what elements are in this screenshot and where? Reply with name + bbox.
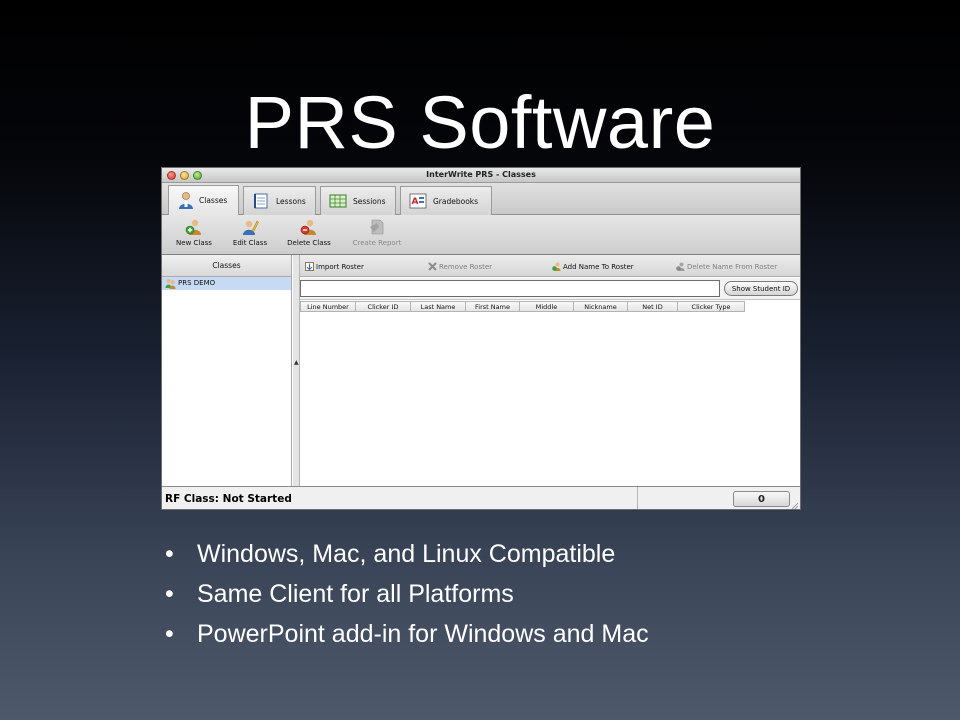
person-icon bbox=[179, 192, 193, 209]
bullet-dot: • bbox=[165, 540, 174, 568]
delete-name-label: Delete Name From Roster bbox=[687, 263, 778, 271]
add-name-button[interactable]: Add Name To Roster bbox=[552, 262, 634, 271]
edit-class-button[interactable]: Edit Class bbox=[228, 218, 272, 252]
svg-text:A: A bbox=[412, 197, 419, 207]
column-header[interactable]: First Name bbox=[466, 301, 520, 312]
bullet-text: Windows, Mac, and Linux Compatible bbox=[197, 540, 616, 568]
bullet-item: • Same Client for all Platforms bbox=[165, 574, 649, 614]
class-list-item-label: PRS DEMO bbox=[178, 279, 216, 287]
bullet-text: PowerPoint add-in for Windows and Mac bbox=[197, 620, 649, 648]
create-report-button[interactable]: Create Report bbox=[348, 218, 406, 252]
add-name-icon bbox=[552, 262, 561, 271]
classes-panel-header: Classes bbox=[162, 255, 291, 277]
remove-roster-label: Remove Roster bbox=[439, 263, 493, 271]
tab-label: Gradebooks bbox=[433, 197, 479, 206]
tab-label: Classes bbox=[199, 196, 228, 205]
add-name-label: Add Name To Roster bbox=[563, 263, 634, 271]
rf-class-status: RF Class: Not Started bbox=[165, 493, 292, 505]
app-window: InterWrite PRS - Classes Classes Lessons bbox=[161, 167, 801, 510]
bullet-dot: • bbox=[165, 580, 174, 608]
bullet-list: • Windows, Mac, and Linux Compatible • Sam… bbox=[165, 534, 649, 654]
new-class-label: New Class bbox=[176, 239, 212, 247]
tab-lessons[interactable]: Lessons bbox=[243, 186, 316, 215]
status-divider bbox=[637, 487, 638, 509]
window-titlebar: InterWrite PRS - Classes bbox=[162, 168, 800, 183]
search-row: Show Student ID bbox=[300, 278, 800, 300]
column-header[interactable]: Net ID bbox=[628, 301, 678, 312]
remove-roster-button[interactable]: Remove Roster bbox=[428, 262, 492, 271]
roster-toolbar: Import Roster Remove Roster Add Name To … bbox=[300, 255, 800, 277]
tab-label: Lessons bbox=[276, 197, 306, 206]
classes-panel: Classes PRS DEMO bbox=[162, 255, 292, 486]
calendar-grid-icon bbox=[329, 194, 347, 208]
edit-person-icon bbox=[243, 220, 259, 235]
notebook-icon bbox=[254, 193, 268, 209]
gradebook-icon: A bbox=[409, 193, 427, 209]
edit-class-label: Edit Class bbox=[232, 239, 268, 247]
new-class-button[interactable]: New Class bbox=[172, 218, 216, 252]
tab-label: Sessions bbox=[353, 197, 386, 206]
remove-x-icon bbox=[428, 262, 437, 271]
bullet-item: • PowerPoint add-in for Windows and Mac bbox=[165, 614, 649, 654]
bullet-text: Same Client for all Platforms bbox=[197, 580, 514, 608]
status-bar: RF Class: Not Started 0 bbox=[162, 486, 800, 510]
create-report-label: Create Report bbox=[352, 239, 402, 247]
column-header[interactable]: Line Number bbox=[300, 301, 356, 312]
tab-sessions[interactable]: Sessions bbox=[320, 186, 396, 215]
column-header[interactable]: Clicker ID bbox=[356, 301, 411, 312]
roster-search-input[interactable] bbox=[300, 280, 720, 297]
tab-bar: Classes Lessons Sessions A Gradebooks bbox=[162, 183, 800, 215]
column-header[interactable]: Middle bbox=[520, 301, 574, 312]
import-roster-button[interactable]: Import Roster bbox=[305, 262, 364, 271]
delete-name-button[interactable]: Delete Name From Roster bbox=[676, 262, 777, 271]
roster-table-header: Line Number Clicker ID Last Name First N… bbox=[300, 301, 745, 312]
column-header[interactable]: Nickname bbox=[574, 301, 628, 312]
collapse-arrow-icon[interactable]: ▲ bbox=[294, 359, 299, 366]
class-list-item[interactable]: PRS DEMO bbox=[162, 277, 291, 290]
bullet-item: • Windows, Mac, and Linux Compatible bbox=[165, 534, 649, 574]
class-group-icon bbox=[165, 279, 176, 289]
import-icon bbox=[305, 262, 314, 271]
column-header[interactable]: Last Name bbox=[411, 301, 466, 312]
response-count: 0 bbox=[733, 491, 790, 507]
import-roster-label: Import Roster bbox=[316, 263, 364, 271]
show-student-id-button[interactable]: Show Student ID bbox=[724, 281, 798, 296]
delete-name-icon bbox=[676, 262, 685, 271]
tab-gradebooks[interactable]: A Gradebooks bbox=[400, 186, 492, 215]
window-title: InterWrite PRS - Classes bbox=[426, 170, 536, 179]
bullet-dot: • bbox=[165, 620, 174, 648]
tab-classes[interactable]: Classes bbox=[168, 185, 239, 215]
delete-class-label: Delete Class bbox=[287, 239, 331, 247]
pane-splitter[interactable]: ▲ bbox=[293, 255, 300, 486]
slide-title: PRS Software bbox=[244, 81, 716, 164]
remove-person-icon bbox=[300, 219, 316, 235]
resize-grip-icon[interactable] bbox=[791, 502, 799, 510]
delete-class-button[interactable]: Delete Class bbox=[284, 218, 334, 252]
column-header[interactable]: Clicker Type bbox=[678, 301, 745, 312]
roster-panel: Import Roster Remove Roster Add Name To … bbox=[300, 255, 800, 486]
report-icon bbox=[370, 219, 384, 235]
main-toolbar: New Class Edit Class Delete Class Create… bbox=[162, 215, 800, 255]
add-person-icon bbox=[185, 219, 201, 235]
